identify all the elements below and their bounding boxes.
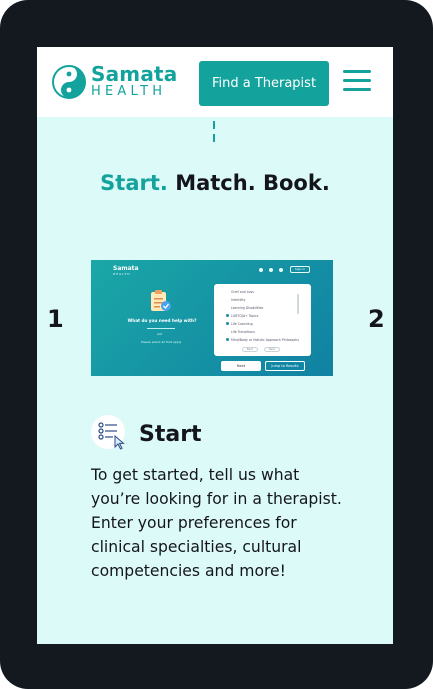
mini-logo-bottom: HEALTH xyxy=(113,272,131,276)
app-preview-screenshot: Samata HEALTH Sign in What do you need h… xyxy=(91,260,333,376)
mini-scrollbar xyxy=(297,294,299,314)
mini-bell-icon xyxy=(259,268,263,272)
logo-wordmark-samata: Samata xyxy=(91,62,178,86)
page-headline: Start. Match. Book. xyxy=(37,171,393,195)
logo-wordmark-health: HEALTH xyxy=(91,84,167,99)
mini-question: What do you need help with? xyxy=(127,318,197,323)
mini-header-icons xyxy=(259,268,289,273)
start-description: To get started, tell us what you’re look… xyxy=(91,466,342,580)
mini-option: Infertility xyxy=(231,298,246,302)
headline-rest: Match. Book. xyxy=(167,171,330,195)
carousel-number-next[interactable]: 2 xyxy=(368,305,385,333)
hamburger-menu-icon[interactable] xyxy=(343,69,371,93)
checklist-cursor-icon xyxy=(91,415,125,450)
find-a-therapist-button[interactable]: Find a Therapist xyxy=(199,61,329,106)
phone-screen: Samata HEALTH Find a Therapist Start. Ma… xyxy=(37,47,393,644)
mini-next-button: Next xyxy=(221,361,261,371)
mini-option: Learning Disabilities xyxy=(231,306,264,310)
site-header: Samata HEALTH Find a Therapist xyxy=(37,47,393,117)
mini-gear-icon xyxy=(279,268,283,272)
mini-jump-button: Jump to Results xyxy=(265,361,305,371)
headline-accent: Start. xyxy=(100,171,168,195)
mini-logo-top: Samata xyxy=(113,265,139,272)
start-heading: Start xyxy=(139,422,202,447)
mini-step-count: 1/4 xyxy=(157,332,162,336)
mini-options-panel: Grief and Loss Infertility Learning Disa… xyxy=(214,284,311,356)
mini-select-hint: Please select all that apply xyxy=(141,340,182,344)
mini-back-pill: Back xyxy=(242,347,258,352)
mini-option: Grief and Loss xyxy=(231,290,254,294)
samata-health-logo[interactable]: Samata HEALTH xyxy=(51,62,181,104)
yin-yang-logo-icon xyxy=(52,65,86,99)
carousel-number-prev[interactable]: 1 xyxy=(47,305,64,333)
mini-chat-icon xyxy=(269,268,273,272)
mini-logo: Samata HEALTH xyxy=(113,265,139,276)
mini-signin-button: Sign in xyxy=(290,266,310,273)
device-frame: Samata HEALTH Find a Therapist Start. Ma… xyxy=(0,0,433,689)
mini-option: LGBTQIA+ Topics xyxy=(225,314,259,318)
mini-option: Life Transitions xyxy=(231,330,255,334)
mini-option: Life Coaching xyxy=(226,322,253,326)
mini-progress-bar xyxy=(147,328,175,329)
mini-next-pill: Next xyxy=(264,347,280,352)
clipboard-icon xyxy=(151,290,171,311)
mini-option: Mind/Body or Holistic Approach Philosoph… xyxy=(225,338,300,342)
